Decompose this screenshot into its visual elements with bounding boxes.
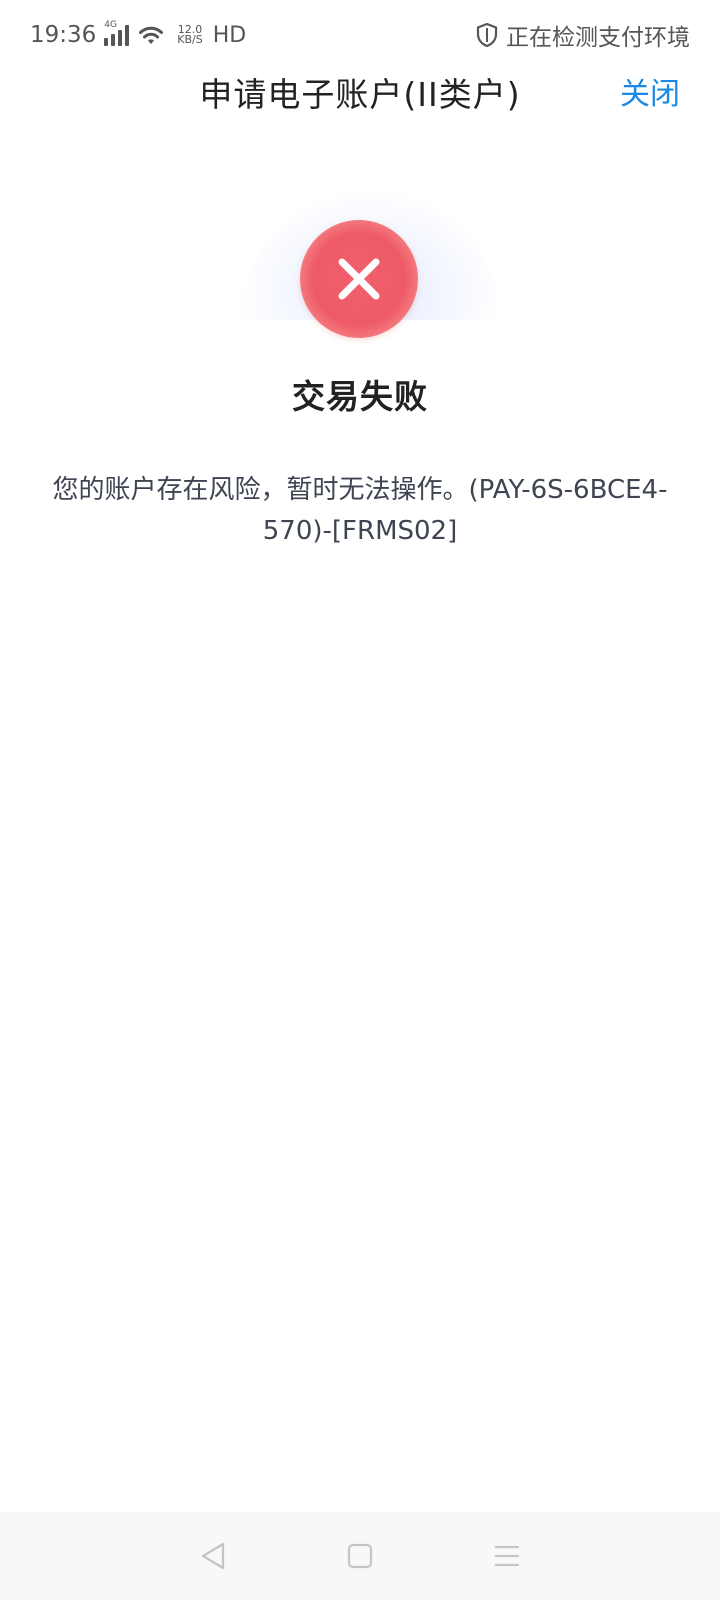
net-speed-unit: KB/S	[177, 33, 203, 46]
status-time: 19:36	[30, 22, 97, 48]
page-header: 申请电子账户(II类户) 关闭	[0, 70, 720, 120]
wifi-icon	[139, 26, 164, 44]
home-square-icon	[347, 1543, 373, 1569]
hd-label: HD	[212, 22, 247, 48]
result-icon-area	[0, 190, 720, 350]
nav-menu-button[interactable]	[477, 1526, 537, 1586]
close-button[interactable]: 关闭	[620, 70, 680, 120]
error-x-icon	[300, 220, 418, 338]
security-status-text: 正在检测支付环境	[506, 25, 690, 51]
cellular-signal-icon: 4G	[104, 20, 130, 46]
nav-home-button[interactable]	[330, 1526, 390, 1586]
status-bar: 19:36 4G 12.0 KB/S HD 正在检测支付环境	[0, 0, 720, 70]
net-speed-indicator: 12.0 KB/S	[177, 24, 203, 46]
status-right: 正在检测支付环境	[476, 18, 690, 52]
status-left: 19:36 4G 12.0 KB/S HD	[30, 20, 247, 48]
network-type-label: 4G	[104, 20, 117, 30]
back-triangle-icon	[202, 1542, 225, 1570]
result-title: 交易失败	[292, 377, 428, 416]
shield-icon	[476, 23, 498, 47]
result-message: 您的账户存在风险，暂时无法操作。(PAY-6S-6BCE4-570)-[FRMS…	[52, 475, 668, 546]
nav-back-button[interactable]	[183, 1526, 243, 1586]
system-nav-bar	[0, 1512, 720, 1600]
menu-lines-icon	[494, 1545, 519, 1567]
page-title: 申请电子账户(II类户)	[199, 75, 521, 114]
